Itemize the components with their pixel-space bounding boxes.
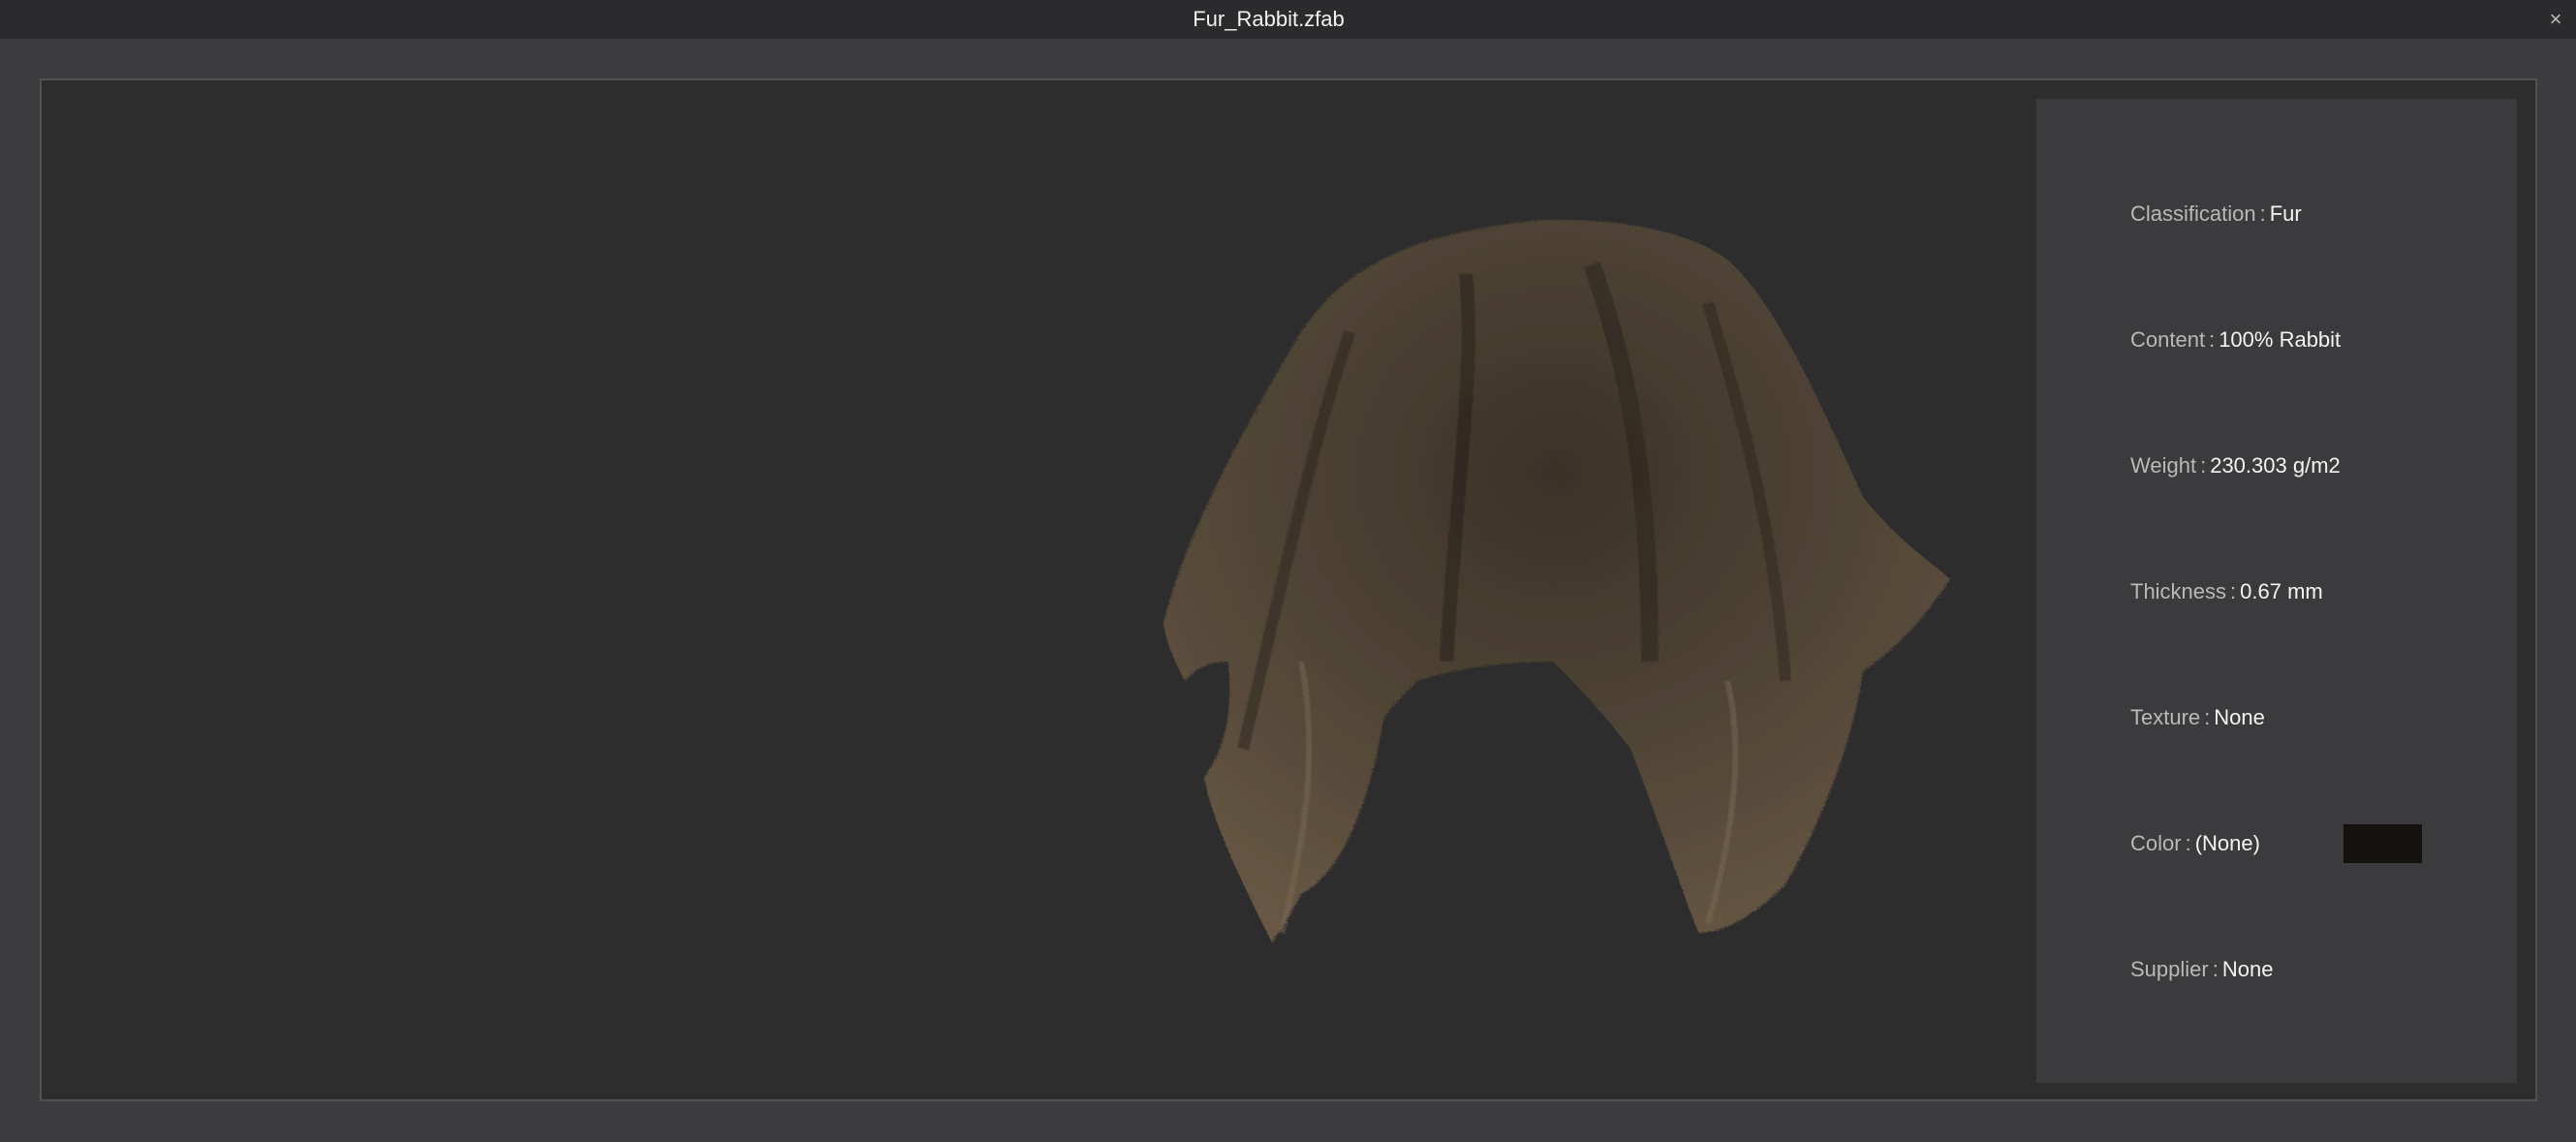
content-row: Content:100% Rabbit: [2130, 321, 2341, 359]
color-swatch[interactable]: [2343, 824, 2422, 863]
material-info-panel: Classification: Fur Content:100% Rabbit W…: [2036, 99, 2517, 1083]
classification-row: Classification: Fur: [2130, 195, 2302, 233]
thickness-label: Thickness: [2130, 579, 2227, 603]
texture-row: Texture: None: [2130, 698, 2265, 737]
color-separator: :: [2185, 831, 2191, 855]
title-bar: Fur_Rabbit.zfab ×: [0, 0, 2576, 39]
texture-separator: :: [2204, 705, 2211, 729]
texture-label: Texture: [2130, 705, 2201, 729]
classification-separator: :: [2259, 201, 2266, 226]
thickness-value: 0.67 mm: [2240, 579, 2323, 603]
color-label: Color: [2130, 831, 2182, 855]
supplier-separator: :: [2212, 957, 2219, 981]
classification-label: Classification: [2130, 201, 2256, 226]
content-value: 100% Rabbit: [2219, 327, 2342, 352]
thickness-row: Thickness:0.67 mm: [2130, 572, 2323, 611]
weight-label: Weight: [2130, 453, 2197, 478]
weight-separator: :: [2200, 453, 2207, 478]
content-separator: :: [2209, 327, 2216, 352]
close-icon[interactable]: ×: [2543, 7, 2568, 32]
weight-value: 230.303 g/m2: [2210, 453, 2341, 478]
content-label: Content: [2130, 327, 2206, 352]
thickness-separator: :: [2230, 579, 2237, 603]
color-value: (None): [2194, 831, 2260, 855]
weight-row: Weight:230.303 g/m2: [2130, 447, 2341, 485]
window-title: Fur_Rabbit.zfab: [1193, 7, 1345, 31]
fabric-preview-viewport[interactable]: [42, 80, 2037, 1099]
supplier-row: Supplier: None: [2130, 950, 2273, 989]
classification-value: Fur: [2269, 201, 2302, 226]
supplier-value: None: [2221, 957, 2274, 981]
color-row: Color: (None): [2130, 824, 2260, 863]
fabric-drape-image: [1164, 220, 1950, 943]
texture-value: None: [2214, 705, 2265, 729]
supplier-label: Supplier: [2130, 957, 2209, 981]
